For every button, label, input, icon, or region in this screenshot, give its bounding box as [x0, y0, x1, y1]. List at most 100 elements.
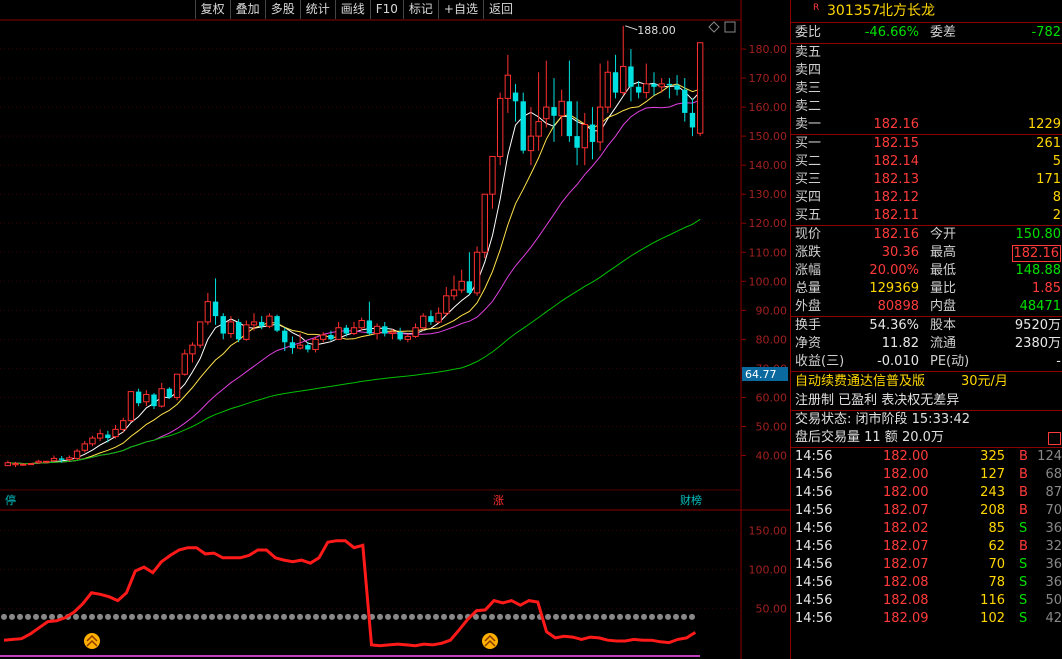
level-dot: [105, 613, 111, 620]
quote-stats: 现价 182.16 今开 150.80 涨跌 30.36 最高 182.16 涨幅 20.00% 最…: [791, 226, 1062, 317]
bid-price: 182.11: [873, 208, 920, 223]
quote-panel: R 301357 北方长龙 委比 -46.66% 委差 -782 卖五 卖四 卖三卖…: [790, 0, 1062, 659]
level-dot: [449, 613, 455, 620]
ask-label: 卖五: [795, 45, 822, 60]
tick-time: 14:56: [795, 611, 833, 626]
level-dot: [577, 613, 583, 620]
share-value: 54.36%: [869, 318, 919, 333]
promo-row[interactable]: 自动续费通达信普及版 30元/月: [791, 372, 1062, 391]
candle-body: [158, 388, 165, 407]
candle-body: [151, 394, 157, 407]
candle-body: [59, 458, 65, 460]
tick-row: 14:56 182.02 85 S 36: [791, 520, 1062, 538]
candle-body: [397, 332, 403, 340]
level-dot: [409, 613, 415, 620]
tick-count: 68: [1045, 467, 1062, 482]
tick-list[interactable]: 14:56 182.00 325 B 124 14:56 182.00 127 B 68 14:56…: [791, 448, 1062, 628]
kline-chart-area[interactable]: 180.00 170.00 160.00 150.00 140.00 130.00 120.…: [0, 0, 790, 659]
candle-body: [289, 342, 296, 349]
candle-body: [66, 457, 73, 461]
tick-row: 14:56 182.00 243 B 87: [791, 484, 1062, 502]
tick-volume: 116: [980, 593, 1005, 608]
y-tick-label: 40.00: [756, 449, 788, 462]
toolbar-btn-1[interactable]: 叠加: [229, 0, 265, 19]
candle-body: [212, 301, 219, 317]
share-label: 收益(三): [795, 354, 845, 369]
candle-body: [481, 193, 488, 253]
candle-body: [535, 121, 542, 137]
share-label: 股本: [930, 318, 957, 333]
tick-row: 14:56 182.07 62 B 32: [791, 538, 1062, 556]
toolbar-btn-5[interactable]: F10: [369, 0, 403, 19]
candle-body: [643, 83, 650, 94]
level-dot: [281, 613, 287, 620]
tick-side: B: [1019, 485, 1028, 500]
tick-side: S: [1019, 521, 1028, 536]
tick-count: 87: [1045, 485, 1062, 500]
level-dot: [233, 613, 239, 620]
stat-value: 48471: [1019, 299, 1061, 314]
candle-body: [335, 327, 342, 340]
tick-detail-icon[interactable]: [1048, 432, 1061, 445]
level-dot: [401, 613, 407, 620]
tick-side: S: [1019, 593, 1028, 608]
tick-side: S: [1019, 557, 1028, 572]
toolbar-btn-4[interactable]: 画线: [334, 0, 370, 19]
toolbar-btn-8[interactable]: 返回: [482, 0, 518, 19]
level-dot: [17, 613, 23, 620]
bid-volume: 5: [1052, 154, 1061, 169]
kline-chart[interactable]: 180.00 170.00 160.00 150.00 140.00 130.00 120.…: [0, 0, 790, 659]
tick-volume: 62: [988, 539, 1005, 554]
tick-time: 14:56: [795, 503, 833, 518]
candle-body: [574, 136, 580, 148]
ask-label: 卖二: [795, 99, 822, 114]
level-dot: [297, 613, 303, 620]
ask-volume: 1229: [1027, 117, 1061, 132]
toolbar-btn-0[interactable]: 复权: [194, 0, 230, 19]
candle-body: [135, 391, 142, 404]
candle-body: [628, 66, 634, 87]
tick-price: 182.07: [883, 539, 929, 554]
toolbar-btn-6[interactable]: 标记: [402, 0, 438, 19]
ask-row: 卖一 182.16 1229: [791, 116, 1062, 134]
candle-body: [350, 327, 358, 335]
chart-toolbar: 复权 叠加 多股 统计 画线 F10 标记 +自选 返回: [194, 0, 518, 19]
level-dot: [385, 613, 391, 620]
bid-volume: 171: [1036, 172, 1061, 187]
stat-value: 20.00%: [869, 263, 919, 278]
bid-label: 买三: [795, 172, 822, 187]
tick-row: 14:56 182.09 102 S 42: [791, 610, 1062, 628]
candle-body: [296, 344, 304, 349]
ind-tick-label: 100.00: [749, 563, 788, 576]
current-price-tag: 64.77: [745, 368, 777, 381]
tick-count: 70: [1045, 503, 1062, 518]
share-value: -: [1056, 354, 1061, 369]
tick-time: 14:56: [795, 557, 833, 572]
candle-body: [73, 450, 81, 459]
bid-row: 买一 182.15 261: [791, 135, 1062, 153]
tick-row: 14:56 182.08 78 S 36: [791, 574, 1062, 592]
toolbar-btn-3[interactable]: 统计: [299, 0, 335, 19]
share-label: PE(动): [930, 354, 970, 369]
stat-label: 外盘: [795, 299, 822, 314]
promo-text[interactable]: 自动续费通达信普及版: [795, 372, 925, 391]
bid-price: 182.13: [873, 172, 920, 187]
promo-price[interactable]: 30元/月: [961, 372, 1008, 391]
tick-side: S: [1019, 611, 1028, 626]
candle-body: [596, 106, 604, 143]
tick-time: 14:56: [795, 449, 833, 464]
level-dot: [513, 613, 519, 620]
level-dot: [217, 613, 223, 620]
level-dot: [657, 613, 663, 620]
tick-count: 36: [1045, 521, 1062, 536]
candle-body: [551, 107, 557, 116]
weibi-row: 委比 -46.66% 委差 -782: [791, 23, 1062, 44]
stat-row: 涨幅 20.00% 最低 148.88: [791, 262, 1062, 280]
toolbar-btn-7[interactable]: +自选: [437, 0, 483, 19]
toolbar-btn-2[interactable]: 多股: [264, 0, 300, 19]
candle-body: [274, 316, 280, 331]
candle-body: [466, 281, 473, 293]
level-dot: [41, 613, 47, 620]
level-dot: [337, 613, 343, 620]
level-dot: [441, 613, 447, 620]
